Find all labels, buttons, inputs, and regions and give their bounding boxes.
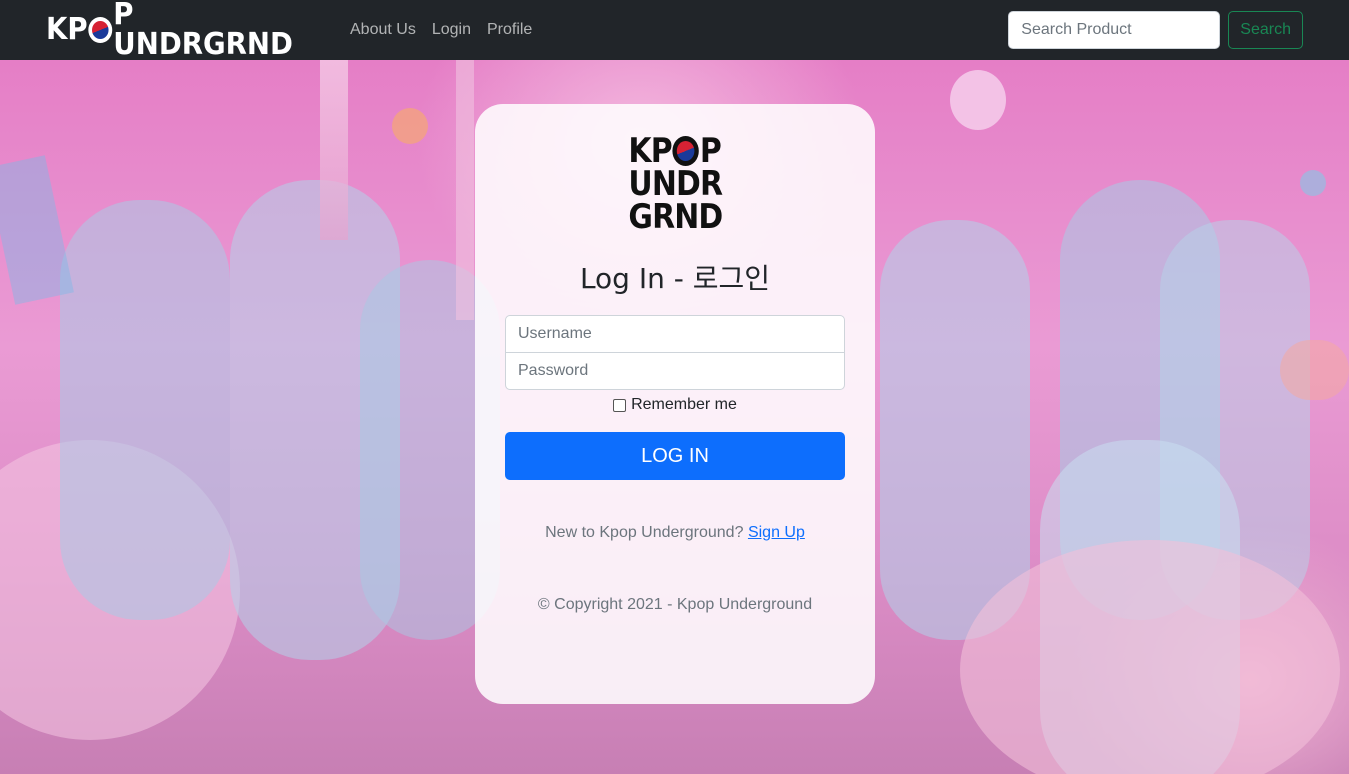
logo-row-3: GRND: [628, 196, 723, 237]
nav-link-about-us[interactable]: About Us: [350, 21, 416, 39]
search-button[interactable]: Search: [1228, 11, 1303, 49]
login-button[interactable]: LOG IN: [505, 432, 845, 480]
taegeuk-icon: [672, 135, 699, 166]
logo-letter-p: P: [650, 130, 672, 171]
page-title: Log In - 로그인: [579, 262, 771, 295]
brand-logo[interactable]: KP P UNDRGRND: [46, 0, 322, 60]
brand-text-p: P: [67, 12, 88, 47]
nav-links: About Us Login Profile: [350, 21, 548, 39]
taegeuk-icon: [88, 17, 113, 43]
remember-me-label: Remember me: [631, 396, 737, 413]
remember-me-checkbox[interactable]: [613, 398, 627, 412]
card-logo: KPP UNDR GRND: [628, 130, 723, 237]
signup-prompt-text: New to Kpop Underground?: [545, 524, 744, 541]
search-form: Search: [1008, 11, 1303, 49]
brand-text-start: K: [46, 12, 68, 47]
signup-prompt: New to Kpop Underground? Sign Up: [545, 524, 805, 542]
remember-me[interactable]: Remember me: [613, 396, 737, 414]
nav-link-profile[interactable]: Profile: [487, 21, 532, 39]
brand-text-end: P UNDRGRND: [113, 0, 293, 62]
signup-link[interactable]: Sign Up: [748, 524, 805, 541]
password-field[interactable]: [505, 353, 845, 390]
logo-row-1: KPP: [628, 130, 722, 171]
login-card: KPP UNDR GRND Log In - 로그인 Remember me L…: [475, 104, 875, 704]
copyright-text: © Copyright 2021 - Kpop Underground: [537, 596, 813, 613]
logo-letter-p-end: P: [699, 130, 722, 171]
navbar: KP P UNDRGRND About Us Login Profile Sear…: [0, 0, 1349, 60]
nav-link-login[interactable]: Login: [432, 21, 471, 39]
username-field[interactable]: [505, 315, 845, 353]
search-input[interactable]: [1008, 11, 1221, 49]
logo-row-2: UNDR: [628, 163, 723, 204]
logo-letter-k: K: [628, 130, 651, 171]
